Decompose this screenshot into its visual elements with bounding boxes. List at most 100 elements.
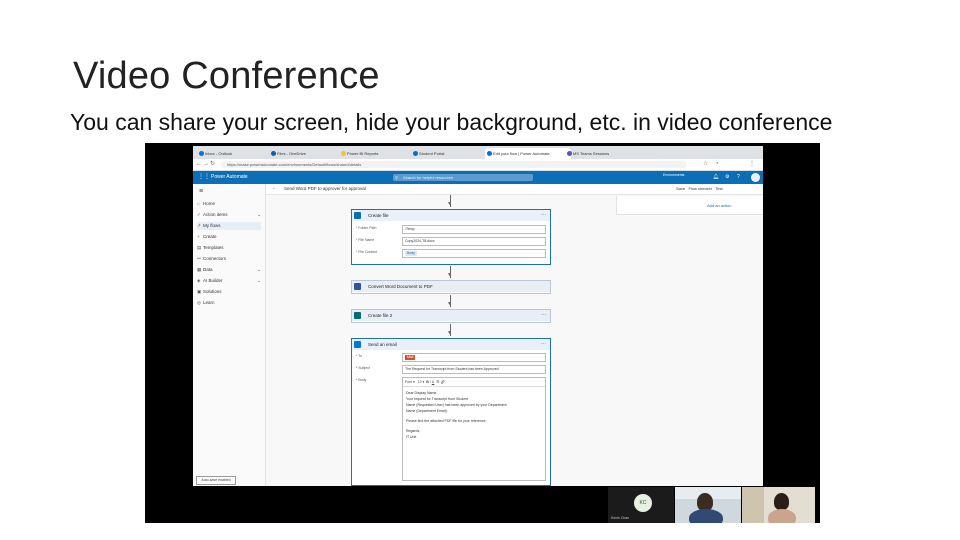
browser-tab-active[interactable]: Edit your flow | Power Automate: [485, 148, 571, 159]
nav-item-create[interactable]: + Create: [197, 233, 261, 241]
browser-tab[interactable]: MS Teams Sessions: [565, 148, 647, 159]
nav-item-data[interactable]: ▦ Data ⌄: [197, 266, 261, 274]
star-icon[interactable]: ☆: [703, 161, 708, 168]
person-head: [774, 493, 789, 510]
browser-tab[interactable]: Student Portal: [411, 148, 491, 159]
outlook-icon: [354, 341, 361, 348]
step-create-file-2[interactable]: Create file 2 ⋯: [351, 309, 551, 323]
forward-icon[interactable]: →: [203, 161, 209, 168]
step-header[interactable]: Send an email ⋯: [352, 339, 550, 350]
file-content-field[interactable]: Body: [402, 249, 546, 258]
nav-item-ai-builder[interactable]: ◈ AI Builder ⌄: [197, 277, 261, 285]
bold-icon[interactable]: B: [426, 380, 429, 384]
link-icon[interactable]: 🔗︎: [440, 380, 444, 384]
browser-tab[interactable]: Inbox - Outlook: [197, 148, 275, 159]
underline-icon[interactable]: U: [432, 380, 435, 384]
right-panel: Add an action: [616, 196, 763, 215]
person-body: [768, 509, 796, 523]
subject-field[interactable]: The Request for Transcript from Student …: [402, 365, 546, 374]
shared-screen: Inbox - Outlook Files - OneDrive Power B…: [193, 146, 763, 486]
browser-tab[interactable]: Files - OneDrive: [269, 148, 345, 159]
test-button[interactable]: Test: [715, 186, 722, 191]
nav-item-connectors[interactable]: ⚯ Connectors: [197, 255, 261, 263]
browser-tab[interactable]: Power BI Reports: [339, 148, 417, 159]
step-convert-word[interactable]: Convert Word Document to PDF: [351, 280, 551, 294]
to-field[interactable]: Mail: [402, 353, 546, 362]
tab-favicon-icon: [341, 151, 346, 156]
body-line: IT Unit: [406, 435, 417, 439]
nav-item-action-items[interactable]: ✓ Action items ⌄: [197, 211, 261, 219]
arrow-down-icon: ▼: [447, 272, 452, 278]
extensions-icon[interactable]: ◔: [715, 161, 719, 168]
search-input[interactable]: ⚲ Search for helpful resources: [393, 174, 533, 181]
font-size-select[interactable]: 12: [418, 380, 422, 384]
more-options-icon[interactable]: ⋯: [541, 210, 546, 221]
field-row: * File Name Copy2024-T8.docx: [356, 237, 546, 246]
field-row: * Body Font ▾ 12 ▾ B I U ☰ 🔗︎ Dear Displ…: [356, 377, 546, 481]
participant-name: Kevin Chan: [611, 516, 630, 520]
app-title: Power Automate: [211, 174, 248, 180]
chevron-down-icon: ⌄: [257, 278, 261, 283]
tab-favicon-icon: [487, 151, 492, 156]
editor-toolbar: Font ▾ 12 ▾ B I U ☰ 🔗︎: [403, 378, 545, 387]
more-options-icon[interactable]: ⋯: [541, 310, 546, 321]
nav-item-learn[interactable]: ◎ Learn: [197, 299, 261, 307]
word-icon: [354, 283, 361, 290]
notification-icon[interactable]: 🔔︎: [713, 174, 719, 180]
dynamic-content-token[interactable]: Mail: [405, 355, 416, 360]
arrow-down-icon: ▼: [447, 201, 452, 207]
hamburger-icon[interactable]: ≡: [199, 188, 203, 195]
command-actions: Save Flow checker Test: [676, 186, 723, 191]
flow-checker-button[interactable]: Flow checker: [688, 186, 712, 191]
video-tile-camera[interactable]: [675, 487, 741, 523]
step-create-file[interactable]: Create file ⋯ * Folder Path /Temp * File…: [351, 209, 551, 265]
field-row: * Subject The Request for Transcript fro…: [356, 365, 546, 374]
dynamic-content-token[interactable]: Body: [405, 251, 417, 256]
tab-favicon-icon: [271, 151, 276, 156]
back-arrow-icon[interactable]: ←: [272, 185, 277, 191]
arrow-down-icon: ▼: [447, 301, 452, 307]
italic-icon[interactable]: I: [430, 380, 431, 384]
avatar[interactable]: [751, 173, 760, 182]
nav-item-my-flows[interactable]: ↗ My flows: [197, 222, 261, 230]
tab-favicon-icon: [413, 151, 418, 156]
back-icon[interactable]: ←: [196, 161, 202, 168]
body-editor[interactable]: Font ▾ 12 ▾ B I U ☰ 🔗︎ Dear Display Name…: [402, 377, 546, 481]
app-launcher-icon[interactable]: ⋮⋮: [198, 173, 210, 180]
list-icon[interactable]: ☰: [436, 380, 439, 384]
chevron-down-icon: ⌄: [257, 267, 261, 272]
settings-icon[interactable]: ⚙: [725, 174, 729, 180]
left-navigation: ≡ ⌂ Home ✓ Action items ⌄ ↗ My flows + Create…: [193, 184, 266, 486]
flow-name: Send Word PDF to approver for approval: [284, 186, 366, 191]
font-select[interactable]: Font: [405, 380, 412, 384]
search-placeholder: Search for helpful resources: [403, 175, 454, 180]
save-button[interactable]: Save: [676, 186, 685, 191]
menu-icon[interactable]: ⋮: [749, 161, 755, 168]
add-action-link[interactable]: Add an action: [707, 203, 731, 208]
screen-share-frame: Inbox - Outlook Files - OneDrive Power B…: [145, 143, 820, 523]
field-row: * File Content Body: [356, 249, 546, 258]
environment-label[interactable]: Environments: [663, 173, 684, 177]
app-header: ⋮⋮ Power Automate ⚲ Search for helpful r…: [193, 171, 763, 184]
person-body: [689, 509, 723, 523]
video-tile-camera[interactable]: [742, 487, 815, 523]
folder-path-field[interactable]: /Temp: [402, 225, 546, 234]
step-header[interactable]: Create file ⋯: [352, 210, 550, 221]
slide-title: Video Conference: [73, 55, 380, 97]
nav-item-templates[interactable]: ▤ Templates: [197, 244, 261, 252]
step-send-email[interactable]: Send an email ⋯ * To Mail * Subject The …: [351, 338, 551, 486]
file-name-field[interactable]: Copy2024-T8.docx: [402, 237, 546, 246]
tab-favicon-icon: [199, 151, 204, 156]
video-tile-participant[interactable]: KC Kevin Chan: [608, 487, 674, 523]
more-options-icon[interactable]: ⋯: [541, 339, 546, 350]
tab-favicon-icon: [567, 151, 572, 156]
nav-item-solutions[interactable]: ▣ Solutions: [197, 288, 261, 296]
step-header[interactable]: Convert Word Document to PDF: [352, 281, 550, 292]
nav-item-home[interactable]: ⌂ Home: [197, 200, 261, 208]
step-header[interactable]: Create file 2 ⋯: [352, 310, 550, 321]
help-icon[interactable]: ?: [737, 174, 740, 180]
reload-icon[interactable]: ↻: [210, 161, 215, 168]
url-field[interactable]: https://make.powerautomate.com/environme…: [221, 161, 687, 168]
browser-tab-bar: Inbox - Outlook Files - OneDrive Power B…: [193, 146, 763, 159]
field-row: * To Mail: [356, 353, 546, 362]
